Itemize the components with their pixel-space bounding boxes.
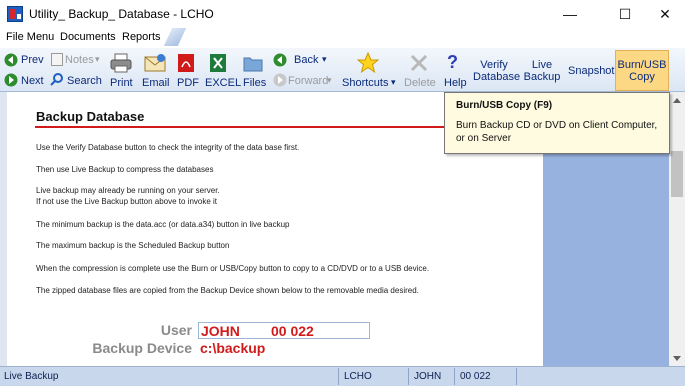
forward-arrow-icon xyxy=(273,73,287,87)
instruction-line: Live backup may already be running on yo… xyxy=(36,186,220,195)
search-label: Search xyxy=(67,75,102,87)
title-bar: Utility_ Backup_ Database - LCHO — ☐ ✕ xyxy=(0,0,685,28)
instruction-line: Use the Verify Database button to check … xyxy=(36,143,300,152)
back-arrow-icon xyxy=(273,53,287,67)
left-gutter xyxy=(0,92,7,366)
pdf-icon xyxy=(178,54,194,72)
burn-usb-tooltip: Burn/USB Copy (F9) Burn Backup CD or DVD… xyxy=(444,92,670,154)
help-icon: ? xyxy=(447,52,458,72)
user-label: User xyxy=(160,322,192,338)
notes-label: Notes xyxy=(65,54,94,66)
instruction-line: The minimum backup is the data.acc (or d… xyxy=(36,220,290,229)
excel-label: EXCEL xyxy=(205,77,242,89)
live-label-line1: Live xyxy=(531,59,553,71)
scroll-thumb[interactable] xyxy=(671,151,683,197)
status-user: JOHN xyxy=(414,371,442,382)
tooltip-body: Burn Backup CD or DVD on Client Computer… xyxy=(456,120,658,144)
shortcuts-dropdown-icon[interactable]: ▾ xyxy=(391,77,396,88)
app-icon[interactable] xyxy=(7,6,23,22)
menu-reports[interactable]: Reports xyxy=(122,31,161,43)
burn-label-line2: Copy xyxy=(629,71,655,83)
back-label: Back xyxy=(294,54,319,66)
back-dropdown-icon[interactable]: ▾ xyxy=(322,54,327,65)
search-icon xyxy=(50,73,63,86)
instruction-line: When the compression is complete use the… xyxy=(36,264,430,273)
arrow-right-icon xyxy=(4,73,18,87)
excel-icon xyxy=(210,54,226,72)
user-value: JOHN 00 022 xyxy=(201,323,314,339)
email-icon xyxy=(144,54,166,72)
scroll-up-icon[interactable] xyxy=(673,98,681,103)
status-separator xyxy=(454,368,455,385)
verify-label-line2: Database xyxy=(473,71,521,83)
folder-icon xyxy=(243,57,263,72)
notes-dropdown-icon[interactable]: ▾ xyxy=(95,54,100,65)
backup-device-value: c:\backup xyxy=(200,340,266,356)
notes-icon xyxy=(51,53,63,66)
minimize-button[interactable]: — xyxy=(547,0,593,28)
email-label: Email xyxy=(142,77,170,89)
burn-label-line1: Burn/USB xyxy=(617,59,667,71)
pdf-label: PDF xyxy=(177,77,199,89)
prev-label: Prev xyxy=(21,54,44,66)
print-label: Print xyxy=(110,77,133,89)
tooltip-title: Burn/USB Copy (F9) xyxy=(456,100,553,111)
menu-bar: File Menu Documents Reports xyxy=(0,28,685,48)
help-label: Help xyxy=(444,77,467,89)
arrow-left-icon xyxy=(4,53,18,67)
status-bar: Live Backup LCHO JOHN 00 022 xyxy=(0,366,685,386)
forward-label: Forward xyxy=(288,75,329,87)
printer-icon xyxy=(110,53,132,73)
verify-label-line1: Verify xyxy=(480,59,508,71)
instruction-line: The maximum backup is the Scheduled Back… xyxy=(36,241,230,250)
status-company: LCHO xyxy=(344,371,372,382)
window-title: Utility_ Backup_ Database - LCHO xyxy=(29,7,214,21)
instruction-line: If not use the Live Backup button above … xyxy=(36,197,218,206)
page-heading: Backup Database xyxy=(36,109,145,124)
status-mode: Live Backup xyxy=(4,371,59,382)
files-label: Files xyxy=(243,77,267,89)
shortcuts-label: Shortcuts xyxy=(342,77,389,89)
snapshot-button[interactable]: Snapshot xyxy=(568,65,614,77)
forward-dropdown-icon[interactable]: ▾ xyxy=(327,75,332,86)
delete-label: Delete xyxy=(404,77,436,89)
status-separator xyxy=(338,368,339,385)
star-icon xyxy=(357,52,379,74)
close-button[interactable]: ✕ xyxy=(642,0,685,28)
live-label-line2: Backup xyxy=(523,71,561,83)
delete-x-icon xyxy=(410,54,428,72)
status-separator xyxy=(516,368,517,385)
instruction-line: The zipped database files are copied fro… xyxy=(36,286,419,295)
instruction-line: Then use Live Backup to compress the dat… xyxy=(36,165,214,174)
menu-file[interactable]: File Menu xyxy=(6,31,54,43)
scroll-down-icon[interactable] xyxy=(673,356,681,361)
vertical-scrollbar[interactable] xyxy=(669,92,685,366)
next-label: Next xyxy=(21,75,44,87)
status-separator xyxy=(408,368,409,385)
status-id: 00 022 xyxy=(460,371,491,382)
backup-device-label: Backup Device xyxy=(92,340,192,356)
menu-documents[interactable]: Documents xyxy=(60,31,116,43)
